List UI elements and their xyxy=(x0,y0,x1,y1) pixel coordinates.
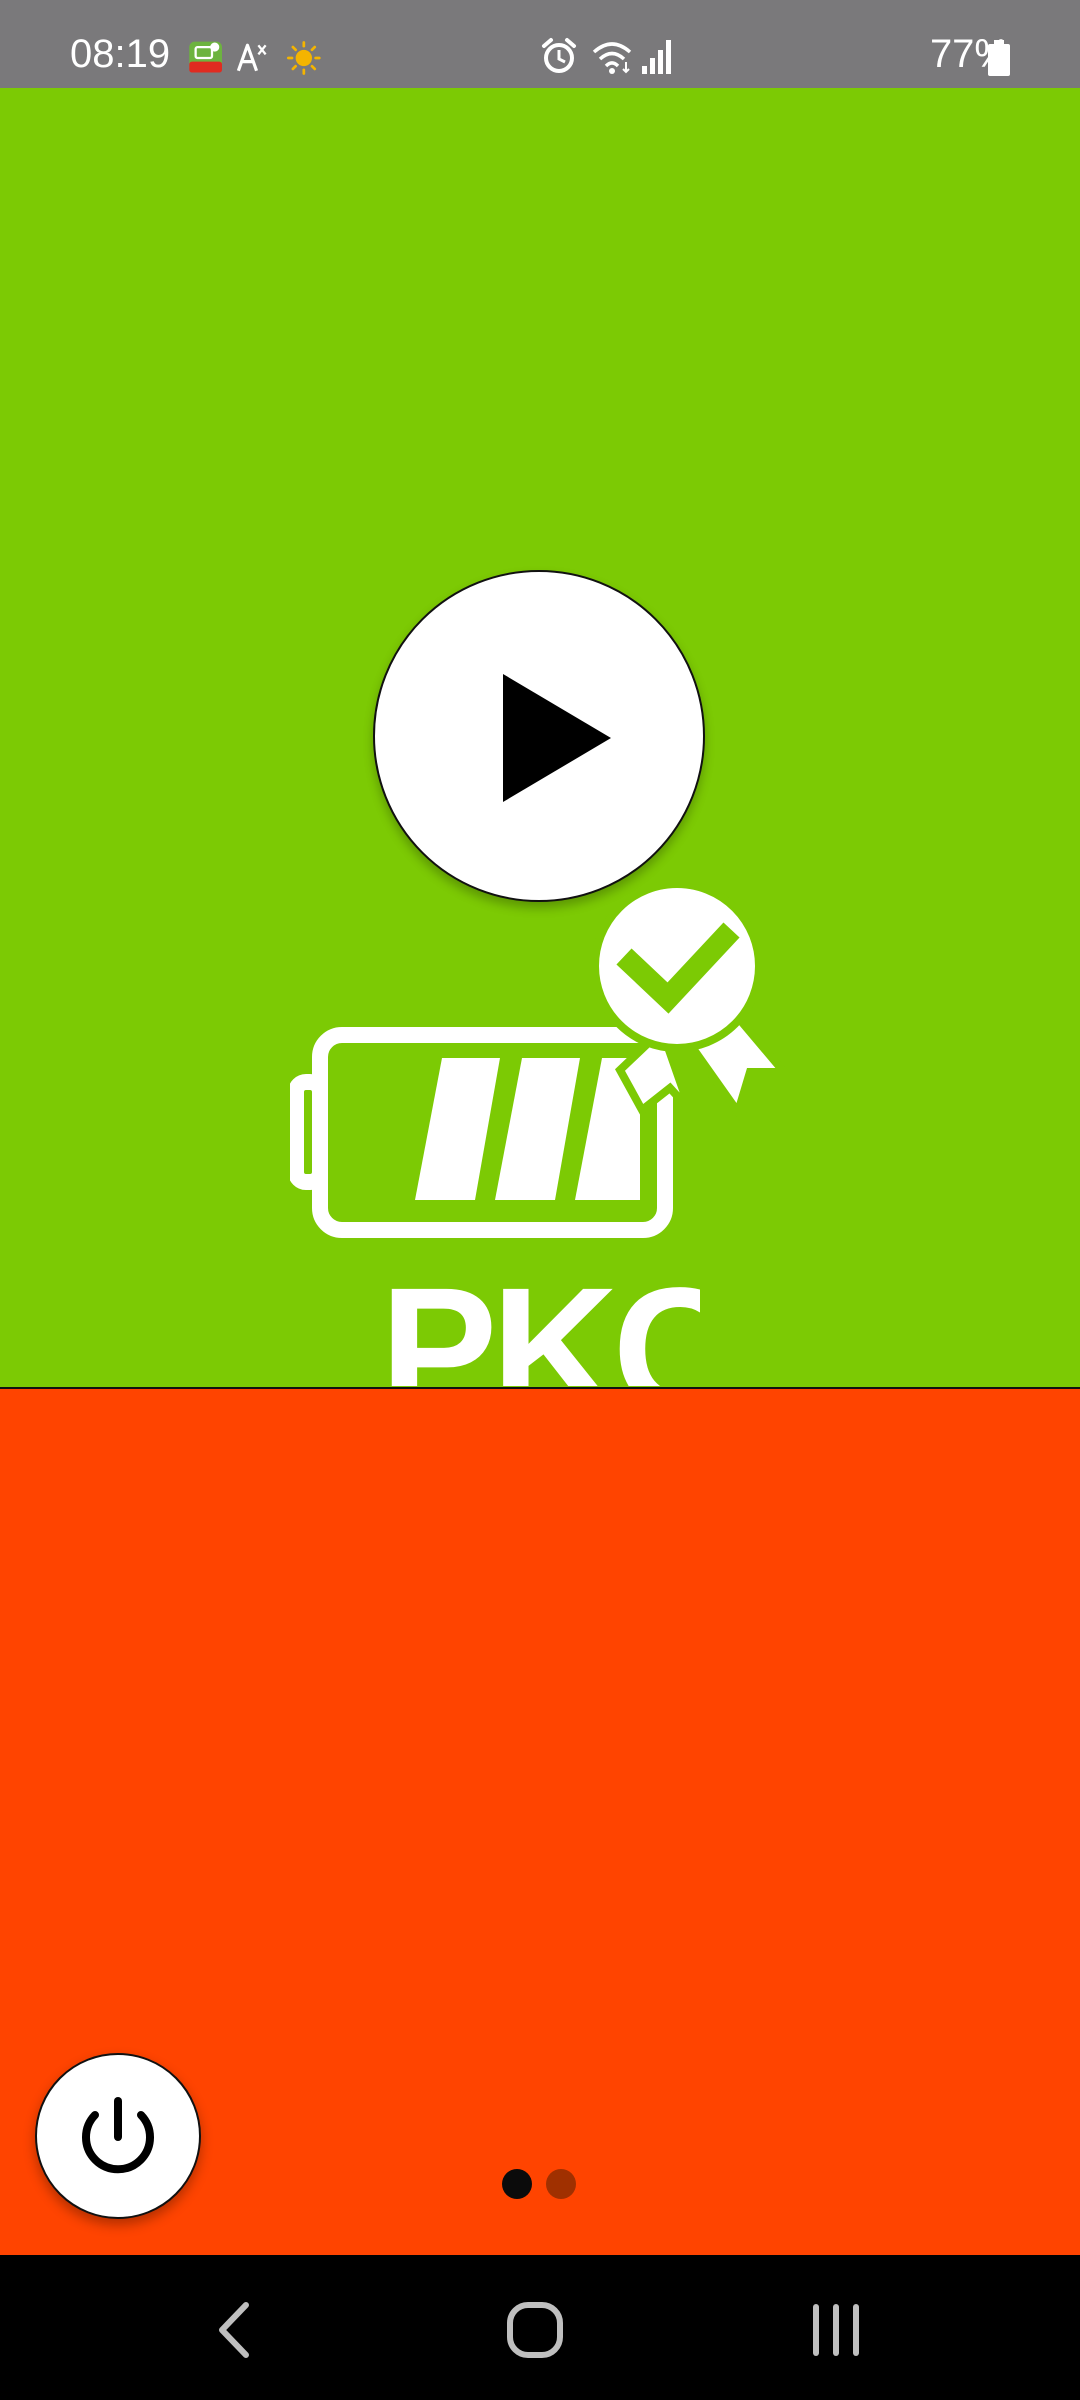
status-left-icons xyxy=(189,41,321,75)
power-button[interactable] xyxy=(35,2053,201,2219)
play-button[interactable] xyxy=(373,570,705,902)
play-icon xyxy=(503,674,611,802)
pkc-app-icon xyxy=(189,41,222,73)
nav-bar xyxy=(0,2255,1080,2400)
recents-icon[interactable] xyxy=(800,2295,870,2365)
status-time: 08:19 xyxy=(70,32,171,76)
power-icon xyxy=(82,2097,154,2174)
logo-text: PKC xyxy=(380,1262,700,1386)
page-indicator xyxy=(502,2169,582,2201)
battery-certified-icon xyxy=(290,880,790,1238)
accessibility-text-icon xyxy=(236,43,267,72)
battery-icon xyxy=(988,40,1010,76)
signal-icon xyxy=(642,40,671,74)
weather-sun-icon xyxy=(286,41,321,75)
back-icon[interactable] xyxy=(200,2295,270,2365)
app-screen: 08:19 77% PKC xyxy=(0,0,1080,2400)
status-bar: 08:19 77% xyxy=(0,0,1080,88)
home-icon[interactable] xyxy=(500,2295,570,2365)
wifi-icon xyxy=(592,42,632,74)
page-dot-inactive[interactable] xyxy=(546,2169,576,2199)
status-right-icons xyxy=(542,38,671,74)
alarm-icon xyxy=(542,38,576,73)
page-dot-active[interactable] xyxy=(502,2169,532,2199)
